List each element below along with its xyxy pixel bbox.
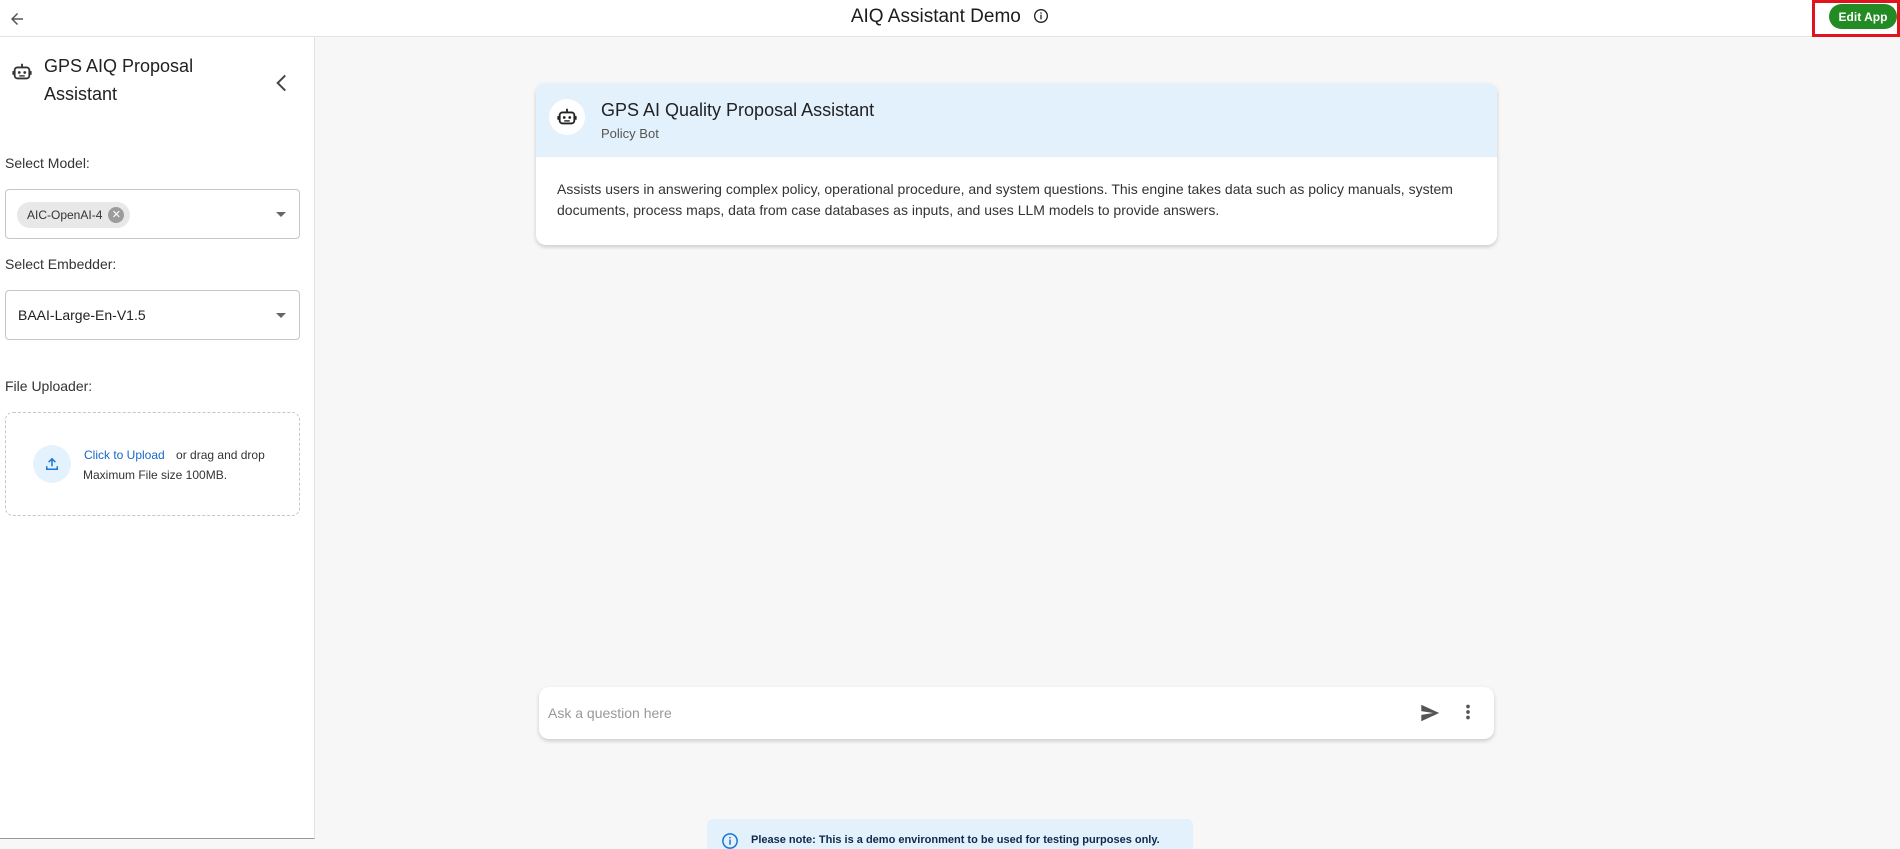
- top-bar: AIQ Assistant Demo Edit App: [0, 0, 1900, 37]
- bot-description: Assists users in answering complex polic…: [557, 181, 1453, 218]
- robot-icon: [11, 61, 33, 88]
- question-input[interactable]: [548, 701, 1408, 725]
- notice-message: This is a demo environment to be used fo…: [818, 834, 1160, 846]
- model-select[interactable]: AIC-OpenAI-4 ✕: [5, 189, 300, 239]
- robot-icon: [557, 108, 577, 125]
- model-chip-label: AIC-OpenAI-4: [27, 208, 103, 222]
- bot-info-card: GPS AI Quality Proposal Assistant Policy…: [536, 83, 1497, 245]
- app-title-text: AIQ Assistant Demo: [850, 6, 1021, 27]
- chevron-down-icon[interactable]: [276, 313, 286, 318]
- info-icon: [721, 832, 739, 849]
- app-title: AIQ Assistant Demo: [0, 6, 1900, 30]
- bot-subtitle: Policy Bot: [601, 126, 659, 141]
- chat-input-bar: [539, 687, 1494, 739]
- embedder-select[interactable]: BAAI-Large-En-V1.5: [5, 290, 300, 340]
- drag-drop-text: or drag and drop: [176, 448, 265, 462]
- more-vertical-icon[interactable]: [1457, 701, 1479, 728]
- demo-notice: Please note: This is a demo environment …: [707, 819, 1193, 849]
- notice-text: Please note: This is a demo environment …: [751, 834, 1160, 846]
- bot-card-header: GPS AI Quality Proposal Assistant Policy…: [536, 83, 1497, 157]
- cancel-icon[interactable]: ✕: [108, 207, 125, 223]
- upload-instructions: Click to Upload or drag and drop: [84, 448, 265, 462]
- embedder-label: Select Embedder:: [5, 256, 117, 272]
- info-icon[interactable]: [1033, 8, 1049, 30]
- edit-app-button[interactable]: Edit App: [1829, 4, 1897, 29]
- sidebar-title: GPS AIQ Proposal Assistant: [44, 56, 194, 104]
- bot-avatar: [549, 99, 585, 135]
- send-icon[interactable]: [1419, 702, 1441, 729]
- model-chip: AIC-OpenAI-4 ✕: [17, 202, 131, 228]
- file-dropzone[interactable]: Click to Upload or drag and drop Maximum…: [5, 412, 300, 516]
- embedder-value: BAAI-Large-En-V1.5: [18, 307, 146, 323]
- notice-prefix: Please note:: [751, 834, 816, 846]
- chevron-down-icon[interactable]: [276, 212, 286, 217]
- bot-title: GPS AI Quality Proposal Assistant: [601, 100, 875, 120]
- upload-icon[interactable]: [33, 445, 71, 483]
- model-label: Select Model:: [5, 155, 90, 171]
- click-to-upload-link[interactable]: Click to Upload: [84, 448, 165, 462]
- uploader-label: File Uploader:: [5, 378, 93, 394]
- max-file-size: Maximum File size 100MB.: [83, 468, 228, 482]
- chevron-left-icon[interactable]: [269, 70, 295, 101]
- sidebar: GPS AIQ Proposal Assistant Select Model:…: [0, 37, 315, 839]
